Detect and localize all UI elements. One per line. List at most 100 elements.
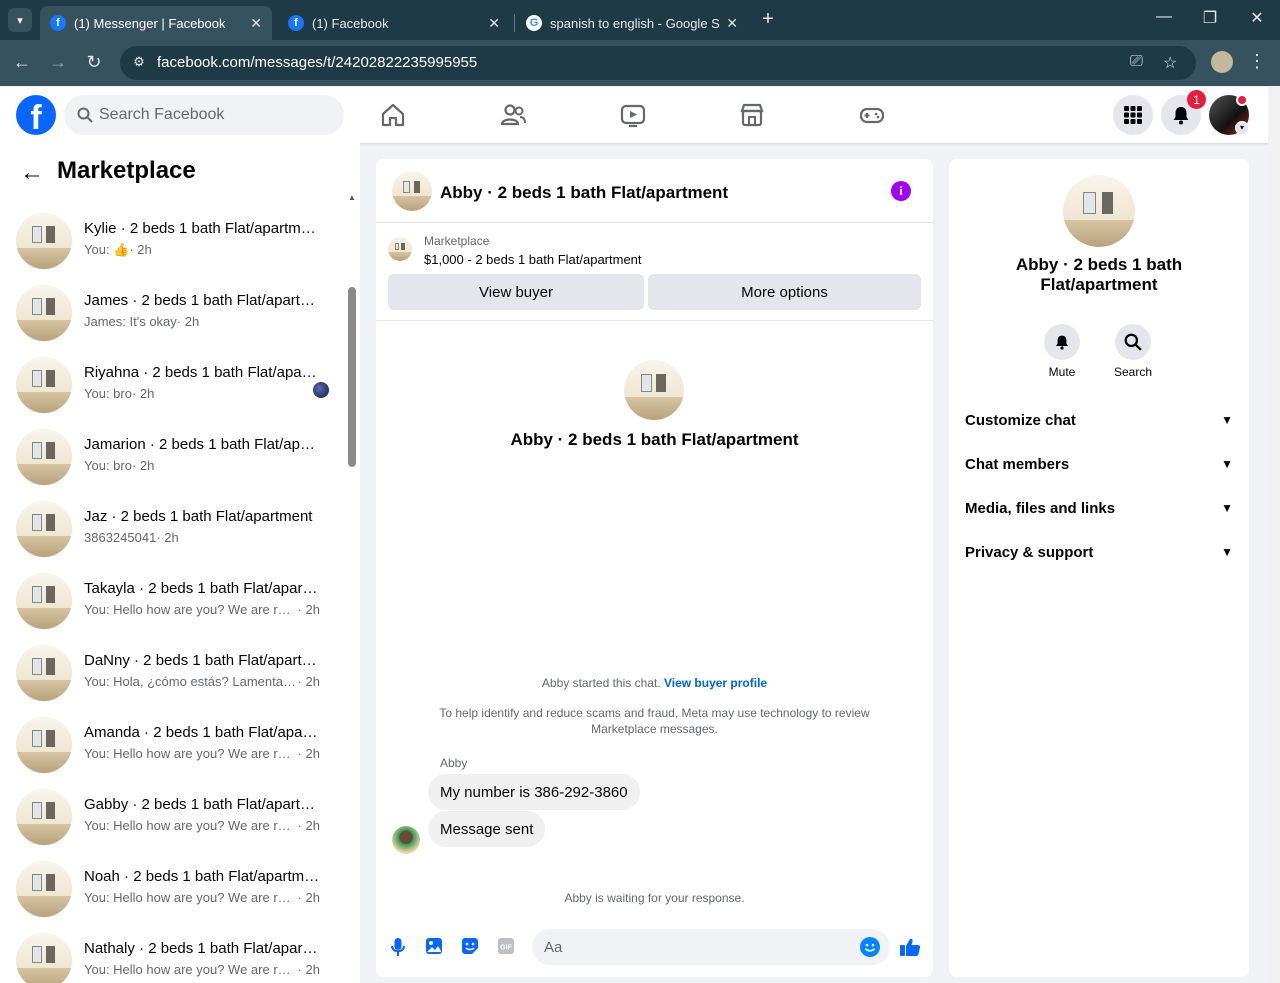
search-icon (77, 107, 93, 123)
section-label: Customize chat (965, 411, 1076, 429)
conversation-item[interactable]: DaNny · 2 beds 1 bath Flat/apartment You:… (0, 637, 340, 709)
chat-avatar[interactable] (392, 171, 432, 211)
preview-text: You: bro (84, 458, 132, 473)
sticker-icon[interactable] (461, 937, 479, 960)
chevron-down-icon: ▼ (1221, 501, 1233, 515)
close-tab-icon[interactable]: ✕ (726, 15, 738, 32)
listing-thumbnail[interactable] (388, 237, 412, 261)
conversation-item[interactable]: Gabby · 2 beds 1 bath Flat/apartment You:… (0, 781, 340, 853)
listing-title[interactable]: $1,000 - 2 beds 1 bath Flat/apartment (424, 252, 642, 267)
waiting-note: Abby is waiting for your response. (564, 891, 745, 905)
conversation-name: Jamarion · 2 beds 1 bath Flat/apartment (84, 436, 320, 453)
tab-messenger[interactable]: f (1) Messenger | Facebook ✕ (40, 6, 272, 40)
preview-time: · 2h (131, 386, 155, 401)
gaming-icon[interactable] (858, 101, 886, 129)
chat-title[interactable]: Abby · 2 beds 1 bath Flat/apartment (440, 183, 728, 203)
conversation-item[interactable]: James · 2 beds 1 bath Flat/apartment Jame… (0, 277, 340, 349)
chevron-down-icon[interactable]: ▾ (1235, 121, 1249, 135)
close-tab-icon[interactable]: ✕ (488, 15, 500, 32)
back-icon[interactable]: ← (11, 52, 33, 73)
tab-separator (514, 14, 515, 32)
watch-icon[interactable] (619, 101, 647, 129)
listing-photo (624, 360, 684, 420)
tab-title: (1) Messenger | Facebook (74, 15, 226, 31)
conversation-preview: You: bro · 2h (84, 386, 320, 401)
chat-intro-avatar[interactable] (624, 360, 684, 420)
page-scrollbar[interactable] (1268, 87, 1280, 983)
message-input[interactable] (544, 929, 844, 965)
svg-text:GIF: GIF (500, 945, 512, 952)
marketplace-icon[interactable] (738, 101, 766, 129)
close-tab-icon[interactable]: ✕ (250, 15, 262, 32)
preview-text: 3863245041 (84, 530, 157, 545)
tab-search-dropdown[interactable]: ▾ (8, 8, 32, 32)
conversation-item[interactable]: Noah · 2 beds 1 bath Flat/apartment You: … (0, 853, 340, 925)
reload-icon[interactable]: ↻ (83, 52, 105, 73)
menu-grid-button[interactable] (1113, 95, 1153, 135)
conversation-preview: James: It's okay · 2h (84, 314, 320, 329)
restore-icon[interactable]: ❐ (1198, 8, 1222, 28)
conversation-item[interactable]: Jamarion · 2 beds 1 bath Flat/apartment Y… (0, 421, 340, 493)
listing-photo (16, 429, 72, 485)
friends-icon[interactable] (499, 101, 527, 129)
close-window-icon[interactable]: ✕ (1245, 8, 1269, 28)
install-app-icon[interactable]: ⎚ (1130, 53, 1143, 71)
search-box[interactable] (64, 95, 344, 135)
view-buyer-button[interactable]: View buyer (388, 274, 644, 310)
mute-button[interactable]: Mute (1022, 324, 1102, 379)
bookmark-star-icon[interactable]: ☆ (1163, 53, 1177, 73)
search-icon[interactable] (1115, 324, 1151, 360)
tab-google[interactable]: G spanish to english - Google Sea ✕ (516, 6, 748, 40)
conversation-name: Nathaly · 2 beds 1 bath Flat/apartment (84, 940, 320, 957)
minimize-icon[interactable]: — (1152, 8, 1176, 26)
home-icon[interactable] (379, 101, 407, 129)
forward-icon[interactable]: → (47, 52, 69, 73)
chat-header: Abby · 2 beds 1 bath Flat/apartment i (376, 159, 933, 223)
media-files-links-section[interactable]: Media, files and links ▼ (965, 486, 1233, 530)
conversation-item[interactable]: Kylie · 2 beds 1 bath Flat/apartment You:… (0, 205, 340, 277)
conversation-item[interactable]: Amanda · 2 beds 1 bath Flat/apartment You… (0, 709, 340, 781)
emoji-icon[interactable] (860, 937, 880, 957)
listing-photo (392, 171, 432, 211)
conversation-item[interactable]: Riyahna · 2 beds 1 bath Flat/apartment Yo… (0, 349, 340, 421)
browser-profile-avatar[interactable] (1211, 51, 1233, 73)
conversation-name: Jaz · 2 beds 1 bath Flat/apartment (84, 508, 313, 525)
new-tab-icon[interactable]: + (758, 8, 778, 31)
listing-photo (16, 213, 72, 269)
site-settings-icon[interactable]: ⚙ (130, 54, 148, 72)
conversation-item[interactable]: Jaz · 2 beds 1 bath Flat/apartment 386324… (0, 493, 340, 565)
bell-icon[interactable] (1044, 324, 1080, 360)
list-scrollbar[interactable]: ▲ (345, 191, 359, 983)
url-text[interactable]: facebook.com/messages/t/2420282223599595… (157, 54, 477, 71)
photo-icon[interactable] (425, 937, 443, 960)
listing-photo (16, 573, 72, 629)
chat-members-section[interactable]: Chat members ▼ (965, 442, 1233, 486)
conversation-item[interactable]: Nathaly · 2 beds 1 bath Flat/apartment Yo… (0, 925, 340, 983)
view-buyer-profile-link[interactable]: View buyer profile (664, 676, 767, 690)
microphone-icon[interactable] (390, 937, 406, 962)
listing-photo (1063, 175, 1135, 247)
more-options-button[interactable]: More options (648, 274, 921, 310)
address-bar[interactable]: ⚙ facebook.com/messages/t/24202822235995… (120, 46, 1196, 80)
search-in-chat-button[interactable]: Search (1093, 324, 1173, 379)
message-composer[interactable] (532, 929, 890, 965)
message-bubble[interactable]: Message sent (428, 811, 546, 847)
scrollbar-thumb[interactable] (348, 287, 356, 467)
scroll-up-icon[interactable]: ▲ (348, 193, 356, 202)
sender-avatar[interactable] (392, 826, 420, 854)
browser-menu-icon[interactable]: ⋮ (1248, 51, 1266, 72)
privacy-support-section[interactable]: Privacy & support ▼ (965, 530, 1233, 574)
conversation-name: James · 2 beds 1 bath Flat/apartment (84, 292, 320, 309)
conversation-item[interactable]: Takayla · 2 beds 1 bath Flat/apartment Yo… (0, 565, 340, 637)
message-bubble[interactable]: My number is 386-292-3860 (428, 774, 640, 810)
tab-facebook[interactable]: f (1) Facebook ✕ (278, 6, 510, 40)
gif-icon[interactable]: GIF (497, 937, 515, 960)
customize-chat-section[interactable]: Customize chat ▼ (965, 398, 1233, 442)
search-input[interactable] (99, 95, 329, 135)
info-icon[interactable]: i (891, 181, 911, 201)
facebook-logo[interactable]: f (16, 95, 56, 135)
thumbs-up-icon[interactable] (899, 937, 921, 962)
info-avatar[interactable] (1063, 175, 1135, 247)
back-arrow-icon[interactable]: ← (20, 159, 44, 187)
preview-time: · 2h (297, 818, 320, 833)
